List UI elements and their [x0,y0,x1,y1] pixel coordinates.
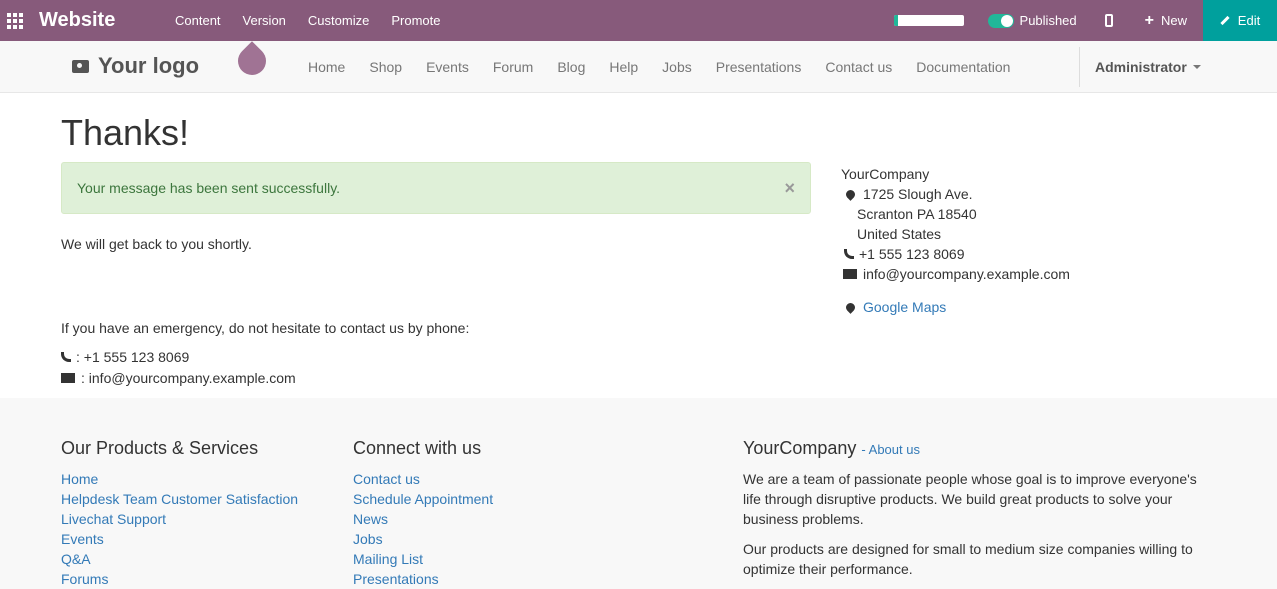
emergency-phone: : +1 555 123 8069 [61,349,189,365]
toggle-switch-icon [987,13,1014,28]
address-city: Scranton PA 18540 [857,206,977,222]
website-navbar: Your logo Home Shop Events Forum Blog He… [0,41,1277,93]
about-paragraph-1: We are a team of passionate people whose… [743,471,1197,527]
plus-icon: + [1144,11,1154,29]
company-email-text: info@yourcompany.example.com [863,266,1070,282]
phone-icon [61,352,71,362]
company-address: YourCompany 1725 Slough Ave. Scranton PA… [841,164,1070,317]
nav-blog[interactable]: Blog [545,41,597,93]
nav-jobs[interactable]: Jobs [650,41,704,93]
apps-menu-button[interactable] [0,0,30,41]
logo-text: Your logo [98,53,200,78]
about-paragraph-2: Our products are designed for small to m… [743,541,1193,577]
page-title: Thanks! [61,112,190,153]
apps-grid-icon [7,12,23,29]
footer-link-livechat[interactable]: Livechat Support [61,511,166,527]
products-heading: Our Products & Services [61,438,259,458]
google-maps-link[interactable]: Google Maps [863,297,946,317]
nav-divider [1079,47,1080,87]
nav-events[interactable]: Events [414,41,481,93]
footer-connect: Connect with us Contact us Schedule Appo… [353,438,493,589]
footer-link-helpdesk[interactable]: Helpdesk Team Customer Satisfaction [61,491,298,507]
company-name: YourCompany [841,166,930,182]
pencil-icon [1220,15,1230,26]
user-menu[interactable]: Administrator [1095,41,1201,93]
address-street: 1725 Slough Ave. [841,184,1070,204]
footer-link-presentations[interactable]: Presentations [353,571,439,587]
nav-home[interactable]: Home [296,41,357,93]
emergency-email-text: : info@yourcompany.example.com [81,370,296,386]
about-heading: YourCompany - About us [743,438,1213,459]
top-menu: Content Version Customize Promote [164,0,451,41]
followup-text: We will get back to you shortly. [61,236,252,252]
emergency-phone-text: : +1 555 123 8069 [76,349,190,365]
camera-icon [72,59,89,73]
nav-help[interactable]: Help [597,41,650,93]
phone-icon [844,249,854,259]
about-us-link[interactable]: - About us [861,442,920,457]
footer-link-forums[interactable]: Forums [61,571,108,587]
footer-about: YourCompany - About us We are a team of … [743,438,1213,589]
site-logo[interactable]: Your logo [72,53,199,79]
top-bar-actions: Published + New Edit [893,0,1277,41]
street-text: 1725 Slough Ave. [863,186,973,202]
new-label: New [1160,13,1187,28]
menu-version[interactable]: Version [232,0,297,41]
publish-toggle[interactable]: Published [987,13,1077,28]
google-maps-row: Google Maps [841,297,1070,317]
footer-link-events[interactable]: Events [61,531,104,547]
emergency-email: : info@yourcompany.example.com [61,370,296,386]
footer-link-jobs[interactable]: Jobs [353,531,383,547]
nav-links: Home Shop Events Forum Blog Help Jobs Pr… [296,41,1022,93]
footer-link-news[interactable]: News [353,511,388,527]
mobile-preview-icon[interactable] [1104,14,1113,27]
emergency-text: If you have an emergency, do not hesitat… [61,320,470,336]
address-country: United States [857,226,942,242]
nav-forum[interactable]: Forum [481,41,545,93]
odoo-drop-icon [232,41,272,81]
footer-link-mailing[interactable]: Mailing List [353,551,423,567]
connect-heading: Connect with us [353,438,482,458]
footer-link-contact[interactable]: Contact us [353,471,420,487]
map-marker-icon [844,300,857,314]
edit-button[interactable]: Edit [1203,0,1277,41]
envelope-icon [61,373,75,383]
menu-promote[interactable]: Promote [380,0,451,41]
footer-products: Our Products & Services Home Helpdesk Te… [61,438,298,589]
nav-presentations[interactable]: Presentations [704,41,814,93]
app-title: Website [39,9,116,31]
progress-fill [893,15,899,26]
footer-link-qa[interactable]: Q&A [61,551,91,567]
alert-message: Your message has been sent successfully. [77,180,341,196]
published-label: Published [1019,13,1077,28]
nav-documentation[interactable]: Documentation [904,41,1022,93]
close-icon[interactable]: × [784,178,795,199]
company-phone-text: +1 555 123 8069 [859,246,965,262]
nav-shop[interactable]: Shop [357,41,414,93]
caret-down-icon [1192,65,1201,69]
user-name: Administrator [1095,59,1187,75]
nav-contact-us[interactable]: Contact us [813,41,904,93]
menu-content[interactable]: Content [164,0,232,41]
envelope-icon [843,269,857,279]
seo-progress-bar [893,15,964,26]
map-marker-icon [844,187,857,201]
menu-customize[interactable]: Customize [297,0,380,41]
new-button[interactable]: + New [1145,12,1187,30]
about-company-name: YourCompany [743,438,857,458]
edit-label: Edit [1237,13,1261,28]
success-alert: Your message has been sent successfully.… [61,162,811,214]
footer-link-home[interactable]: Home [61,471,98,487]
footer-link-appointment[interactable]: Schedule Appointment [353,491,493,507]
footer: Our Products & Services Home Helpdesk Te… [0,398,1277,589]
company-email: info@yourcompany.example.com [841,264,1070,284]
admin-top-bar: Website Content Version Customize Promot… [0,0,1277,41]
company-phone: +1 555 123 8069 [841,244,1070,264]
